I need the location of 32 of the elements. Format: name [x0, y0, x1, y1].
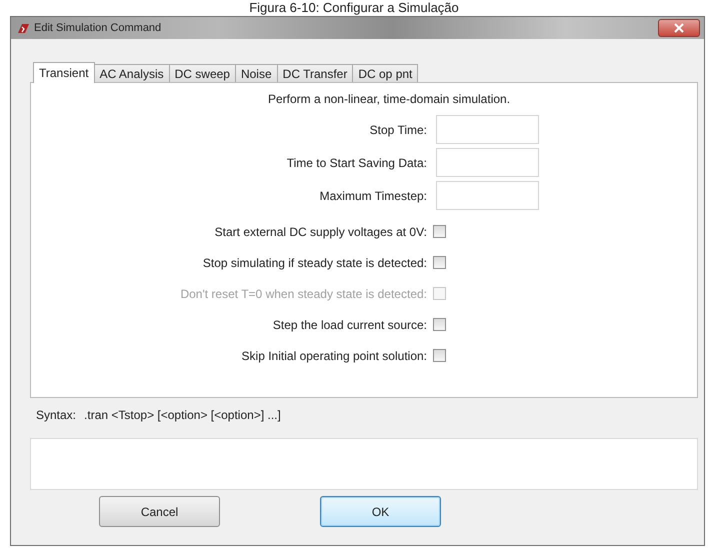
- tab[interactable]: DC op pnt: [352, 64, 418, 82]
- input-field[interactable]: [436, 115, 539, 144]
- syntax-label: Syntax:: [36, 408, 76, 424]
- option-label: Step the load current source:: [272, 318, 427, 332]
- description-text: Perform a non-linear, time-domain simulation.: [268, 92, 510, 106]
- checkbox[interactable]: [433, 256, 446, 269]
- app-logo-icon: [17, 22, 30, 34]
- tab[interactable]: AC Analysis: [94, 64, 170, 82]
- option-label: Skip Initial operating point solution:: [242, 348, 427, 362]
- field-label: Maximum Timestep:: [320, 188, 427, 202]
- window-title: Edit Simulation Command: [34, 22, 162, 34]
- input-field[interactable]: [436, 148, 539, 177]
- checkbox[interactable]: [433, 318, 446, 331]
- dialog-button[interactable]: OK: [320, 496, 441, 527]
- field-label: Time to Start Saving Data:: [286, 156, 427, 170]
- tab[interactable]: DC sweep: [168, 64, 236, 82]
- tab[interactable]: DC Transfer: [276, 64, 354, 82]
- input-field[interactable]: [436, 181, 539, 210]
- option-label: Stop simulating if steady state is detected:: [202, 256, 427, 270]
- figure-caption: Figura 6-10: Configurar a Simulação: [249, 1, 459, 15]
- tab[interactable]: Noise: [234, 64, 278, 82]
- syntax-text: .tran <Tstop> [<option> [<option>] ...]: [84, 408, 281, 424]
- close-icon: [674, 23, 684, 33]
- checkbox[interactable]: [433, 349, 446, 362]
- tab[interactable]: Transient: [33, 62, 95, 83]
- option-label: Start external DC supply voltages at 0V:: [214, 224, 427, 238]
- dialog-button[interactable]: Cancel: [99, 496, 220, 527]
- option-label: Don't reset T=0 when steady state is detected:: [180, 286, 427, 300]
- close-button[interactable]: [658, 19, 700, 37]
- field-label: Stop Time:: [370, 122, 427, 136]
- checkbox[interactable]: [433, 225, 446, 238]
- command-field[interactable]: [30, 438, 698, 490]
